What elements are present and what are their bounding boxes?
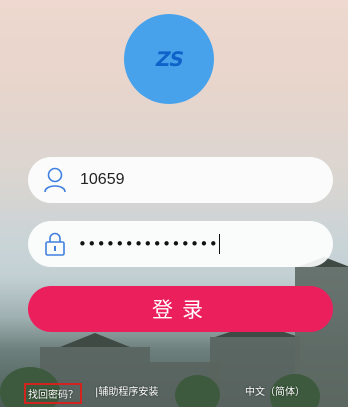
- password-field[interactable]: •••••••••••••••: [28, 221, 333, 267]
- helper-install-link[interactable]: |辅助程序安装: [95, 383, 158, 398]
- login-button[interactable]: 登录: [28, 286, 333, 332]
- lock-icon: [42, 231, 68, 257]
- language-selector[interactable]: 中文（简体）: [245, 383, 305, 398]
- text-cursor: [219, 234, 221, 254]
- footer-links: 找回密码？ |辅助程序安装 中文（简体）: [0, 380, 348, 404]
- username-field[interactable]: 10659: [28, 157, 333, 203]
- forgot-password-link[interactable]: 找回密码？: [24, 383, 82, 404]
- login-screen: ZS 10659 ••••••••••••••• 登录 找回密码？ |辅助程序安…: [0, 0, 348, 407]
- avatar-logo: ZS: [152, 47, 186, 71]
- user-icon: [42, 167, 68, 193]
- avatar: ZS: [124, 14, 214, 104]
- password-value: •••••••••••••••: [78, 235, 219, 253]
- username-value: 10659: [80, 171, 125, 188]
